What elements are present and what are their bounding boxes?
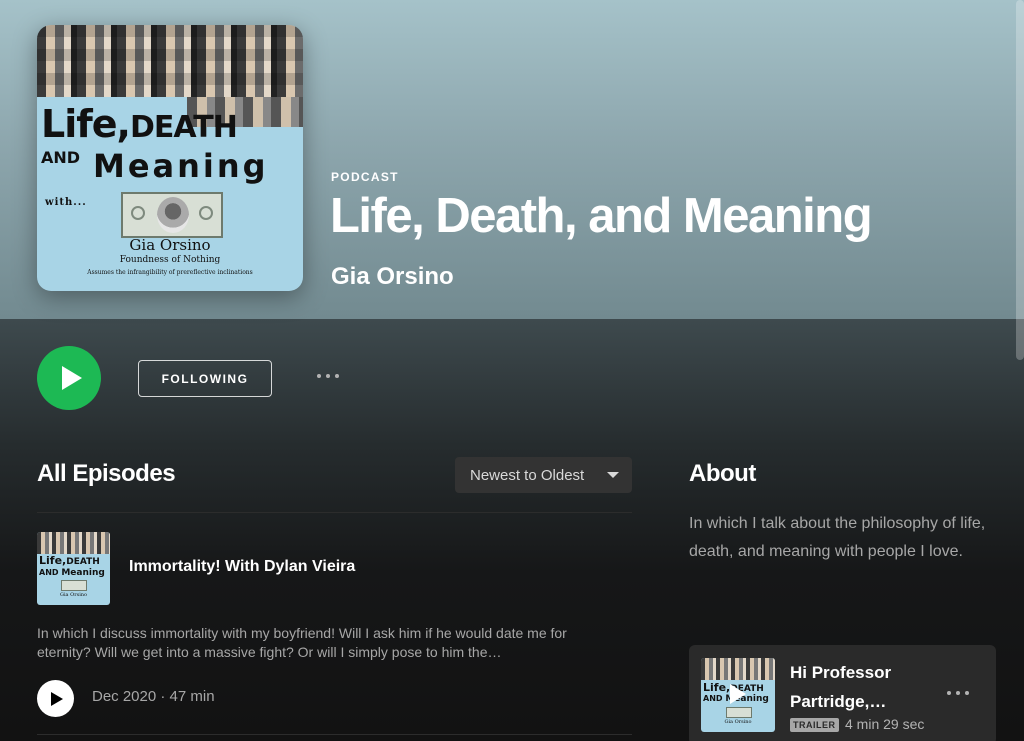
play-icon bbox=[730, 684, 746, 704]
trailer-card[interactable]: Life,DEATH AND Meaning Gia Orsino Hi Pro… bbox=[689, 645, 996, 741]
more-horizontal-icon bbox=[317, 374, 321, 378]
page-title: Life, Death, and Meaning bbox=[330, 189, 873, 243]
follow-button[interactable]: FOLLOWING bbox=[138, 360, 272, 397]
episode-title[interactable]: Immortality! With Dylan Vieira bbox=[129, 558, 355, 576]
play-button[interactable] bbox=[37, 346, 101, 410]
cover-host-name: Gia Orsino bbox=[129, 236, 211, 254]
sort-selected-value: Newest to Oldest bbox=[470, 466, 585, 484]
sort-dropdown[interactable]: Newest to Oldest bbox=[455, 457, 632, 493]
episode-play-button[interactable] bbox=[37, 680, 74, 717]
cover-title-line1: Life,DEATH bbox=[41, 102, 238, 146]
cover-subtitle: Foundness of Nothing bbox=[119, 255, 221, 265]
content-type-label: PODCAST bbox=[331, 170, 399, 184]
scrollbar[interactable] bbox=[1016, 0, 1024, 360]
caret-down-icon bbox=[607, 472, 619, 478]
portrait-image bbox=[157, 197, 189, 233]
divider bbox=[37, 512, 632, 513]
episode-description: In which I discuss immortality with my b… bbox=[37, 625, 567, 660]
trailer-thumbnail[interactable]: Life,DEATH AND Meaning Gia Orsino bbox=[701, 658, 775, 732]
divider bbox=[37, 734, 632, 735]
cover-title-line2: AND Meaning bbox=[41, 147, 269, 185]
more-options-button[interactable] bbox=[308, 366, 348, 386]
trailer-duration: 4 min 29 sec bbox=[845, 716, 925, 732]
play-icon bbox=[51, 691, 63, 706]
trailer-title[interactable]: Hi Professor Partridge,… bbox=[790, 658, 940, 716]
podcast-cover-art: Life,DEATH AND Meaning with... Gia Orsino… bbox=[37, 25, 303, 291]
more-horizontal-icon bbox=[947, 691, 951, 695]
about-heading: About bbox=[689, 460, 756, 487]
podcast-author[interactable]: Gia Orsino bbox=[331, 263, 454, 291]
cover-tagline: Assumes the infrangibility of prereflect… bbox=[87, 269, 253, 276]
about-description: In which I talk about the philosophy of … bbox=[689, 515, 986, 560]
cover-with-text: with... bbox=[45, 197, 87, 208]
episodes-heading: All Episodes bbox=[37, 460, 176, 487]
cover-dollar-bill-graphic bbox=[121, 192, 223, 238]
podcast-page: Life,DEATH AND Meaning with... Gia Orsino… bbox=[0, 0, 1024, 741]
trailer-badge: TRAILER bbox=[790, 718, 839, 732]
episode-meta: Dec 2020 · 47 min bbox=[92, 688, 215, 705]
play-icon bbox=[61, 366, 82, 390]
episode-thumbnail[interactable]: Life,DEATH AND Meaning Gia Orsino bbox=[37, 532, 110, 605]
trailer-more-options-button[interactable] bbox=[941, 685, 975, 701]
